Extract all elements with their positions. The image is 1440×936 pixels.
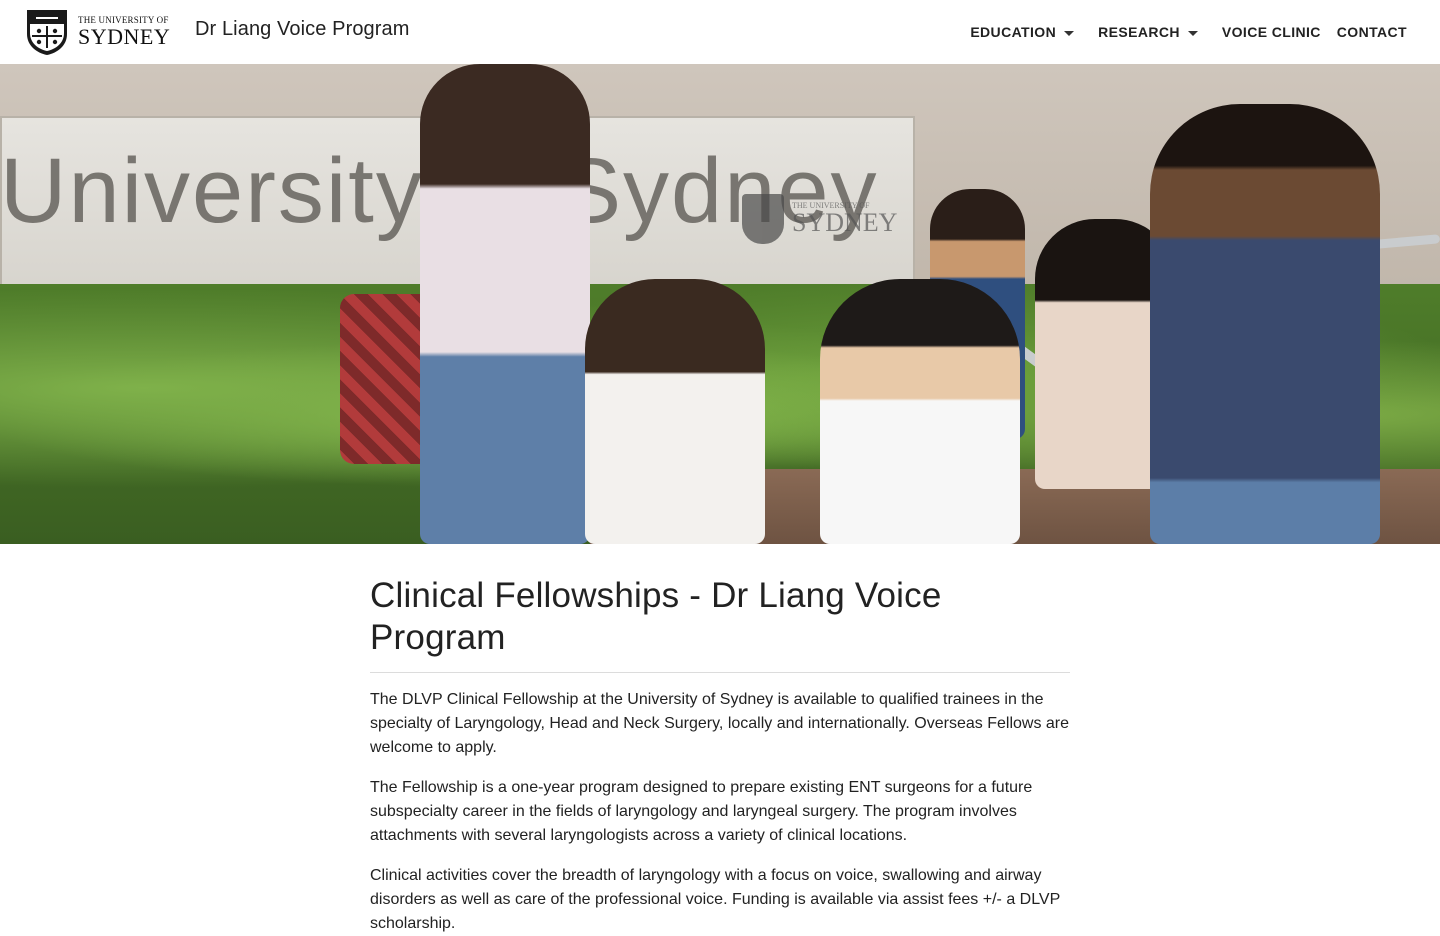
nav-education-label: EDUCATION (970, 24, 1057, 40)
caret-down-icon (1064, 30, 1075, 36)
hero-image: University of Sydney THE UNIVERSITY OF S… (0, 64, 1440, 544)
hero-crest-icon (742, 194, 784, 244)
main-content: Clinical Fellowships - Dr Liang Voice Pr… (370, 544, 1070, 936)
site-title[interactable]: Dr Liang Voice Program (195, 18, 410, 41)
body-paragraph: The DLVP Clinical Fellowship at the Univ… (370, 691, 1070, 756)
body-paragraph: Clinical activities cover the breadth of… (370, 867, 1060, 932)
crest-icon (27, 10, 67, 55)
nav-research-label: RESEARCH (1098, 24, 1180, 40)
site-header: THE UNIVERSITY OF SYDNEY Dr Liang Voice … (0, 0, 1440, 64)
nav-contact[interactable]: CONTACT (1337, 24, 1407, 40)
nav-voice-clinic-label: VOICE CLINIC (1221, 24, 1321, 40)
main-nav: EDUCATION RESEARCH VOICE CLINIC CONTACT (954, 0, 1407, 64)
hero-student (820, 279, 1020, 544)
hero-sign-logo-bottom: SYDNEY (792, 208, 898, 237)
logo-wordmark: THE UNIVERSITY OF SYDNEY (78, 16, 170, 48)
nav-contact-label: CONTACT (1336, 24, 1407, 40)
hero-sign-logo: THE UNIVERSITY OF SYDNEY (742, 194, 897, 244)
page-title: Clinical Fellowships - Dr Liang Voice Pr… (370, 576, 942, 657)
body-paragraph: The Fellowship is a one-year program des… (370, 779, 1033, 844)
nav-voice-clinic[interactable]: VOICE CLINIC (1222, 24, 1321, 40)
hero-sign-logo-text: THE UNIVERSITY OF SYDNEY (792, 202, 897, 236)
university-logo[interactable]: THE UNIVERSITY OF SYDNEY (24, 8, 170, 56)
title-divider (370, 672, 1070, 673)
caret-down-icon (1187, 30, 1198, 36)
logo-bottom-line: SYDNEY (78, 24, 171, 49)
nav-research[interactable]: RESEARCH (1098, 24, 1198, 40)
hero-student (420, 64, 590, 544)
hero-student (1150, 104, 1380, 544)
hero-student (585, 279, 765, 544)
nav-education[interactable]: EDUCATION (970, 24, 1075, 40)
